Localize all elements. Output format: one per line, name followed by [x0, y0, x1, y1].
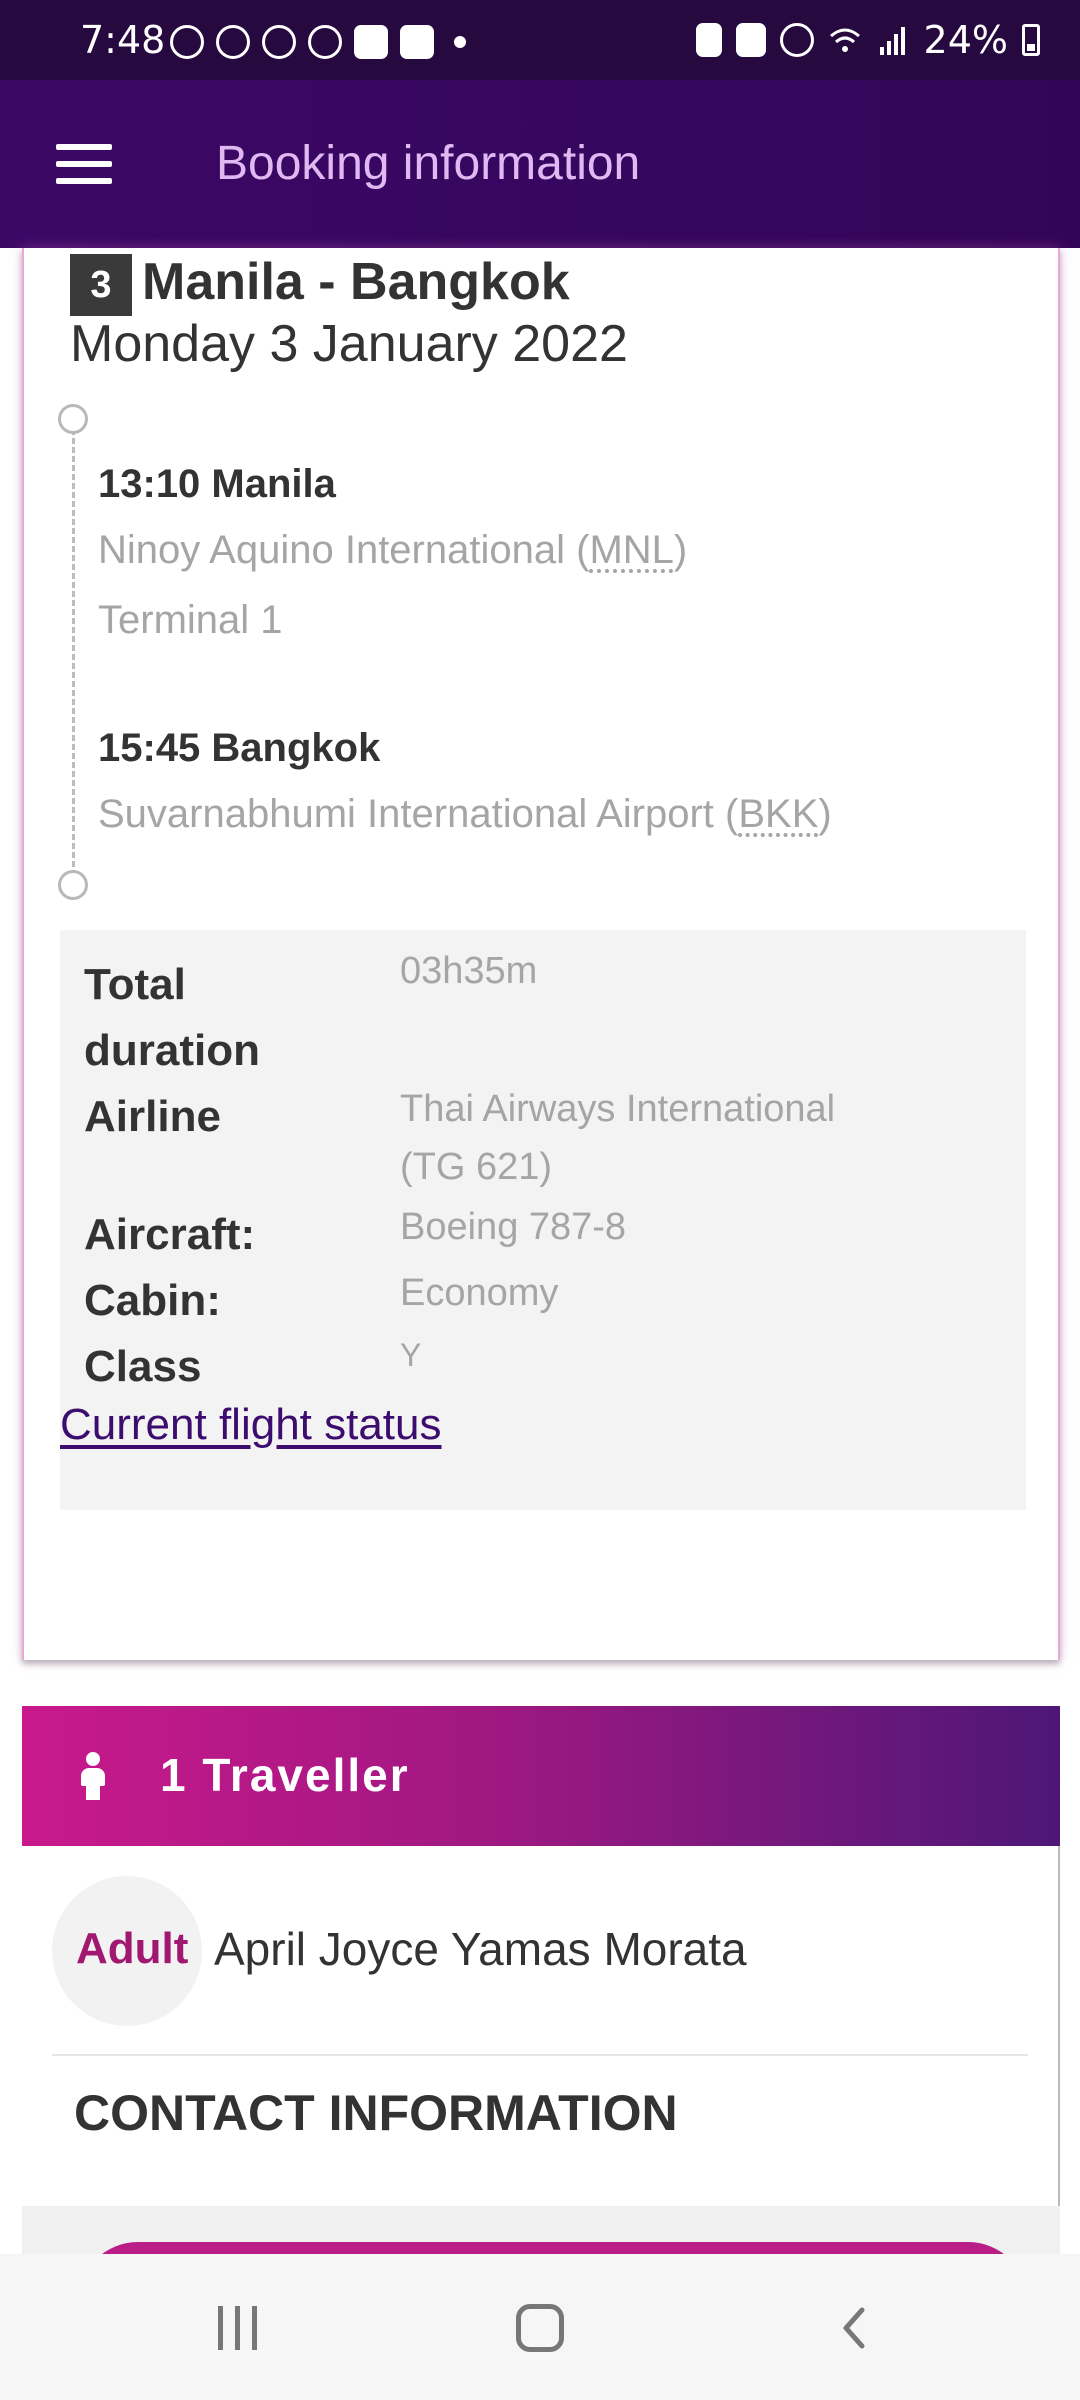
- passenger-type-label: Adult: [76, 1924, 189, 1973]
- back-icon[interactable]: [832, 2304, 880, 2352]
- app-notification-icon: [216, 25, 250, 59]
- app-notification-icon: [354, 25, 388, 59]
- aircraft-value: Boeing 787-8: [400, 1206, 627, 1248]
- traveller-count: 1 Traveller: [160, 1749, 410, 1801]
- arrival-airport: Suvarnabhumi International Airport (BKK): [98, 792, 832, 836]
- app-bar: Booking information: [0, 80, 1080, 248]
- total-duration-label: Total: [84, 960, 186, 1009]
- departure-airport-code: MNL: [589, 528, 674, 572]
- system-navigation-bar: [0, 2254, 1080, 2400]
- sync-icon: [695, 23, 722, 57]
- class-label: Class: [84, 1342, 202, 1391]
- timeline-line: [72, 420, 75, 876]
- arrival-time-city: 15:45 Bangkok: [98, 726, 381, 770]
- cabin-value: Economy: [400, 1272, 559, 1314]
- flight-details-panel: Total duration 03h35m Airline Thai Airwa…: [60, 930, 1026, 1510]
- departure-terminal: Terminal 1: [98, 598, 283, 642]
- person-icon: [78, 1752, 108, 1800]
- timeline-start-node: [58, 404, 88, 434]
- departure-time-city: 13:10 Manila: [98, 462, 336, 506]
- total-duration-label-cont: duration: [84, 1026, 260, 1075]
- app-notification-icon: [400, 25, 434, 59]
- segment-route: Manila - Bangkok: [142, 253, 570, 311]
- page-title: Booking information: [216, 137, 641, 190]
- airline-value: Thai Airways International: [400, 1088, 836, 1130]
- flight-segment-card: 3 Manila - Bangkok Monday 3 January 2022…: [22, 248, 1060, 1660]
- app-notification-icon: [308, 25, 342, 59]
- traveller-name: April Joyce Yamas Morata: [214, 1923, 747, 1975]
- status-time: 7:48: [80, 18, 166, 62]
- notification-icons: [170, 24, 466, 60]
- aircraft-label: Aircraft:: [84, 1210, 256, 1259]
- nfc-icon: [735, 23, 766, 57]
- segment-number-badge: 3: [70, 254, 132, 316]
- cabin-label: Cabin:: [84, 1276, 221, 1325]
- alarm-icon: [779, 23, 814, 57]
- more-notifications-icon: [454, 36, 466, 48]
- recent-apps-icon[interactable]: [216, 2306, 260, 2350]
- menu-icon[interactable]: [56, 144, 112, 184]
- current-flight-status-link[interactable]: Current flight status: [60, 1400, 442, 1450]
- class-value: Y: [400, 1337, 422, 1373]
- status-bar: 7:48 24%: [0, 0, 1080, 80]
- system-icons: 24%: [695, 18, 1040, 62]
- airline-label: Airline: [84, 1092, 221, 1141]
- signal-icon: [879, 27, 905, 55]
- departure-airport: Ninoy Aquino International (MNL): [98, 528, 688, 572]
- contact-information-heading: CONTACT INFORMATION: [74, 2085, 678, 2141]
- messenger-icon: [262, 25, 296, 59]
- wifi-icon: [829, 28, 860, 52]
- do-not-disturb-icon: [170, 25, 204, 59]
- flight-number-value: (TG 621): [400, 1146, 553, 1188]
- segment-date: Monday 3 January 2022: [70, 315, 628, 373]
- home-icon[interactable]: [516, 2304, 564, 2352]
- total-duration-value: 03h35m: [400, 950, 538, 992]
- arrival-airport-code: BKK: [738, 792, 819, 836]
- timeline-end-node: [58, 870, 88, 900]
- battery-percentage: 24%: [923, 18, 1008, 62]
- travellers-header: 1 Traveller: [22, 1706, 1060, 1846]
- battery-icon: [1022, 24, 1040, 56]
- divider: [52, 2054, 1028, 2056]
